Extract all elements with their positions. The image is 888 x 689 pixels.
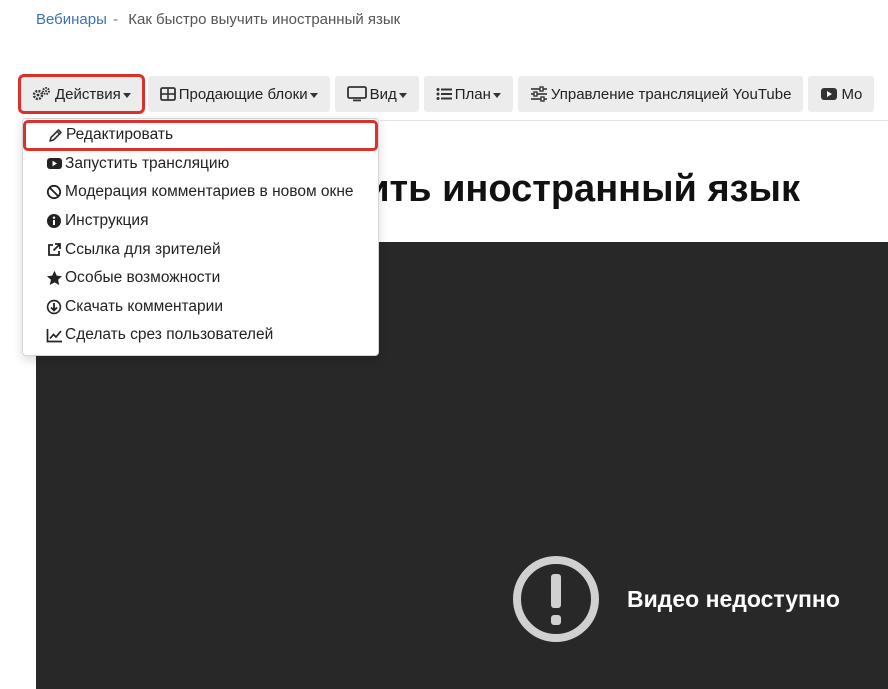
selling-blocks-dropdown-button[interactable]: Продающие блоки <box>147 76 330 112</box>
caret-down-icon <box>492 92 501 98</box>
actions-dropdown-button[interactable]: Действия <box>18 74 145 114</box>
plan-dropdown-button[interactable]: План <box>423 76 513 112</box>
tab-content-divider <box>380 120 888 121</box>
caret-down-icon <box>122 92 131 98</box>
youtube-icon <box>820 87 838 101</box>
sliders-icon <box>530 86 548 102</box>
breadcrumb-separator: - <box>113 11 119 28</box>
menu-item-moderation[interactable]: Модерация комментариев в новом окне <box>23 178 378 207</box>
menu-item-label: Сделать срез пользователей <box>65 326 274 344</box>
more-button[interactable]: Mo <box>808 76 875 112</box>
view-dropdown-button[interactable]: Вид <box>334 76 419 112</box>
external-link-icon <box>45 242 63 258</box>
menu-item-label: Скачать комментарии <box>65 297 223 315</box>
pencil-icon <box>46 128 64 143</box>
download-icon <box>45 299 63 315</box>
breadcrumb: Вебинары - Как быстро выучить иностранны… <box>36 11 400 28</box>
list-icon <box>436 87 452 101</box>
plan-label: План <box>454 85 491 103</box>
breadcrumb-webinars-link[interactable]: Вебинары <box>36 11 107 28</box>
menu-item-label: Модерация комментариев в новом окне <box>65 183 354 201</box>
menu-item-edit[interactable]: Редактировать <box>23 120 378 151</box>
more-label: Mo <box>841 85 863 103</box>
menu-item-label: Запустить трансляцию <box>65 154 230 172</box>
ban-icon <box>45 184 63 200</box>
youtube-icon <box>45 157 63 170</box>
exclamation-circle-icon <box>513 556 599 642</box>
cogs-icon <box>32 86 52 102</box>
caret-down-icon <box>398 92 407 98</box>
view-label: Вид <box>369 85 397 103</box>
menu-item-label: Редактировать <box>66 126 174 144</box>
youtube-control-button[interactable]: Управление трансляцией YouTube <box>517 76 804 112</box>
actions-dropdown-menu: Редактировать Запустить трансляцию Модер… <box>22 118 379 356</box>
info-icon <box>45 213 63 229</box>
actions-label: Действия <box>55 85 121 103</box>
menu-item-download-comments[interactable]: Скачать комментарии <box>23 293 378 322</box>
caret-down-icon <box>309 92 318 98</box>
breadcrumb-current: Как быстро выучить иностранный язык <box>128 11 401 28</box>
table-grid-icon <box>159 87 176 101</box>
menu-item-user-slice[interactable]: Сделать срез пользователей <box>23 321 378 350</box>
youtube-control-label: Управление трансляцией YouTube <box>550 85 792 103</box>
monitor-icon <box>346 86 367 102</box>
menu-item-label: Ссылка для зрителей <box>65 240 221 258</box>
menu-item-label: Инструкция <box>65 212 149 230</box>
star-icon <box>45 270 63 286</box>
menu-item-label: Особые возможности <box>65 269 221 287</box>
video-error-text: Видео недоступно <box>627 585 840 612</box>
toolbar: Действия Продающие блоки Вид План Управл… <box>18 74 875 114</box>
menu-item-special-features[interactable]: Особые возможности <box>23 264 378 293</box>
video-error: Видео недоступно <box>511 554 840 644</box>
selling-blocks-label: Продающие блоки <box>178 85 308 103</box>
menu-item-viewer-link[interactable]: Ссылка для зрителей <box>23 235 378 264</box>
line-chart-icon <box>45 328 63 343</box>
menu-item-start-stream[interactable]: Запустить трансляцию <box>23 150 378 179</box>
menu-item-instruction[interactable]: Инструкция <box>23 207 378 236</box>
